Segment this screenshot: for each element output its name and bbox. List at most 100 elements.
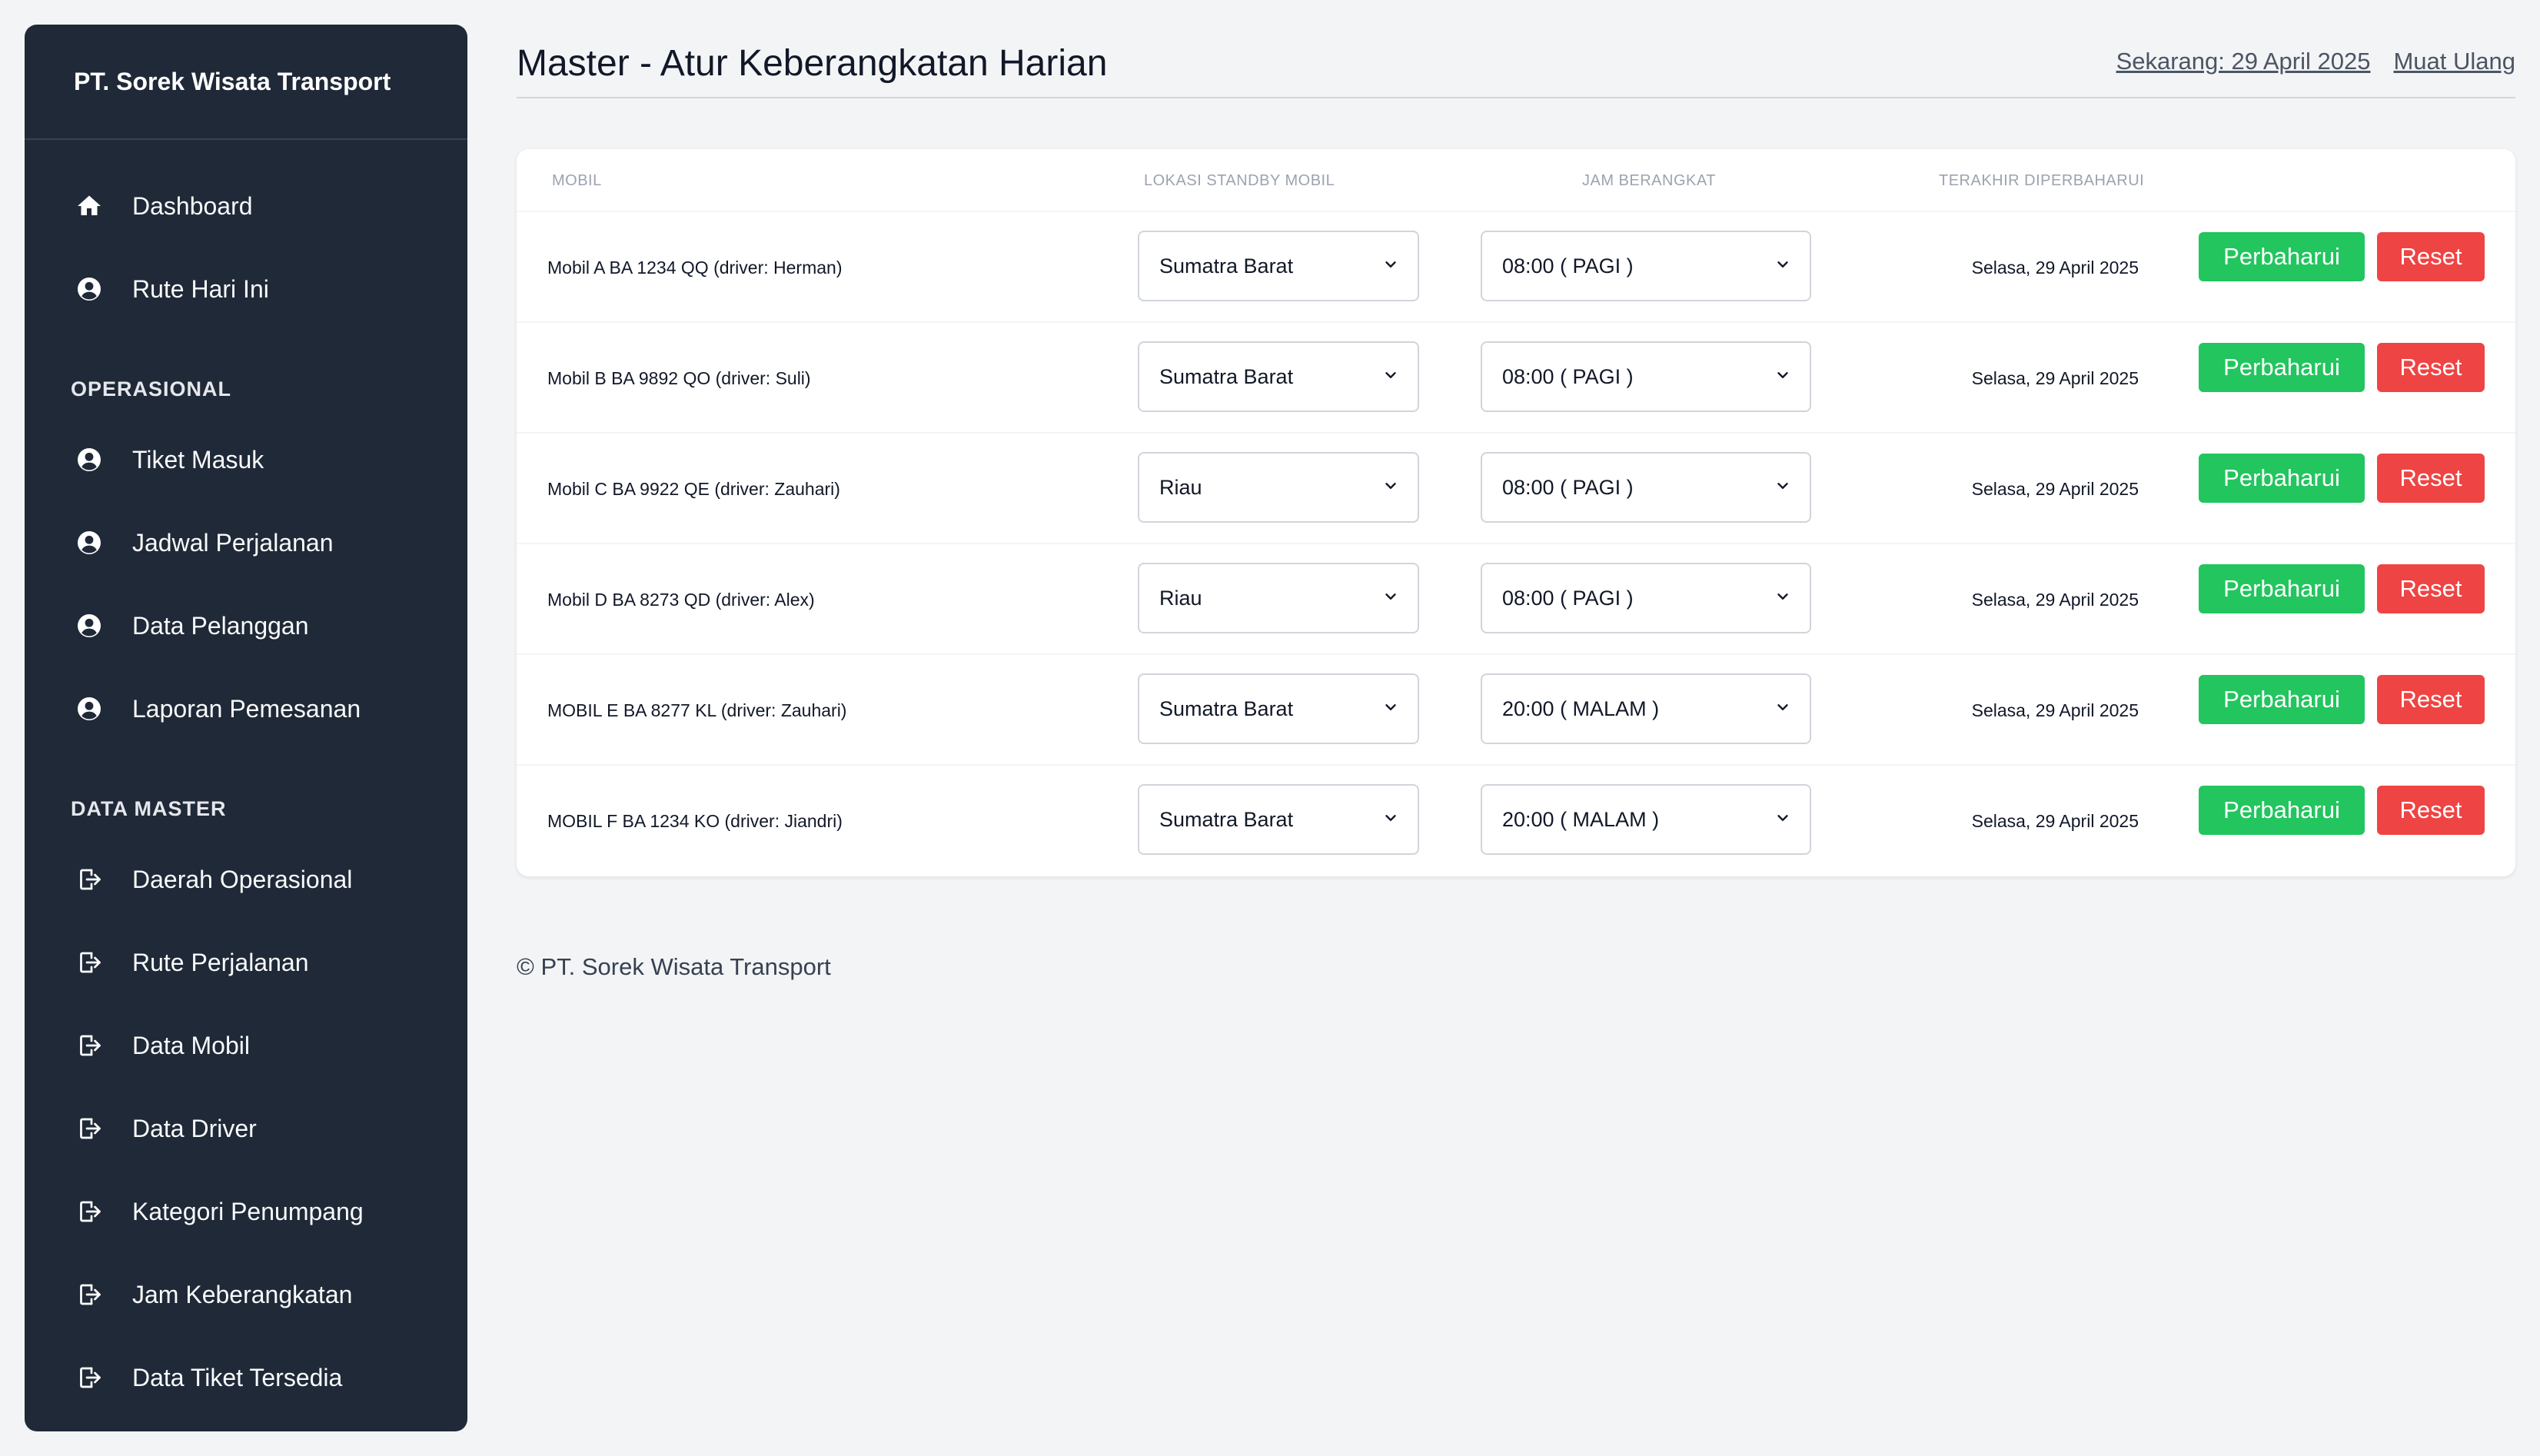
location-select[interactable]: Sumatra Barat: [1138, 231, 1419, 301]
sidebar-item-label: Daerah Operasional: [132, 865, 353, 893]
sidebar-item-data-mobil[interactable]: Data Mobil: [25, 1004, 467, 1087]
chevron-down-icon: [1382, 587, 1399, 610]
location-select-value: Sumatra Barat: [1159, 696, 1294, 720]
location-select[interactable]: Riau: [1138, 452, 1419, 523]
reset-button[interactable]: Reset: [2377, 454, 2485, 503]
sidebar-item-label: Data Driver: [132, 1114, 257, 1142]
table-row: Mobil A BA 1234 QQ (driver: Herman) Sumat…: [517, 212, 2515, 323]
sidebar-item-jam-keberangkatan[interactable]: Jam Keberangkatan: [25, 1253, 467, 1336]
last-updated-date: Selasa, 29 April 2025: [1971, 368, 2139, 388]
sign-out-icon: [74, 947, 105, 978]
sidebar-item-data-tiket-tersedia[interactable]: Data Tiket Tersedia: [25, 1336, 467, 1419]
update-button[interactable]: Perbaharui: [2199, 232, 2365, 281]
last-updated-date: Selasa, 29 April 2025: [1971, 258, 2139, 278]
sidebar-item-label: Data Tiket Tersedia: [132, 1363, 343, 1391]
sidebar-item-laporan-pemesanan[interactable]: Laporan Pemesanan: [25, 667, 467, 750]
brand-title: PT. Sorek Wisata Transport: [25, 25, 467, 140]
column-header-location: LOKASI STANDBY MOBIL: [1144, 172, 1335, 189]
chevron-down-icon: [1382, 697, 1399, 721]
chevron-down-icon: [1382, 254, 1399, 278]
user-circle-icon: [74, 444, 105, 475]
chevron-down-icon: [1774, 587, 1791, 610]
departure-time-value: 08:00 ( PAGI ): [1502, 364, 1634, 388]
sign-out-icon: [74, 1113, 105, 1144]
user-circle-icon: [74, 693, 105, 724]
reset-button[interactable]: Reset: [2377, 232, 2485, 281]
reset-button[interactable]: Reset: [2377, 564, 2485, 613]
update-button[interactable]: Perbaharui: [2199, 454, 2365, 503]
sign-out-icon: [74, 1030, 105, 1061]
departure-time-value: 08:00 ( PAGI ): [1502, 586, 1634, 610]
location-select[interactable]: Sumatra Barat: [1138, 341, 1419, 412]
column-header-time: JAM BERANGKAT: [1582, 172, 1716, 189]
car-name: Mobil C BA 9922 QE (driver: Zauhari): [547, 479, 840, 499]
home-icon: [74, 191, 105, 221]
last-updated-date: Selasa, 29 April 2025: [1971, 700, 2139, 720]
last-updated-date: Selasa, 29 April 2025: [1971, 479, 2139, 499]
sidebar-item-label: Data Mobil: [132, 1031, 250, 1059]
chevron-down-icon: [1774, 808, 1791, 832]
sidebar-item-kategori-penumpang[interactable]: Kategori Penumpang: [25, 1170, 467, 1253]
chevron-down-icon: [1774, 697, 1791, 721]
departure-time-select[interactable]: 08:00 ( PAGI ): [1481, 563, 1811, 633]
sidebar-item-dashboard[interactable]: Dashboard: [25, 165, 467, 248]
location-select[interactable]: Sumatra Barat: [1138, 784, 1419, 855]
sign-out-icon: [74, 1362, 105, 1393]
departure-time-select[interactable]: 08:00 ( PAGI ): [1481, 231, 1811, 301]
sidebar-item-label: Jam Keberangkatan: [132, 1280, 353, 1308]
reset-button[interactable]: Reset: [2377, 343, 2485, 392]
sidebar-item-label: Tiket Masuk: [132, 445, 264, 474]
sidebar-section-title: DATA MASTER: [71, 797, 227, 820]
car-name: Mobil A BA 1234 QQ (driver: Herman): [547, 258, 843, 278]
sidebar-item-data-pelanggan[interactable]: Data Pelanggan: [25, 584, 467, 667]
update-button[interactable]: Perbaharui: [2199, 675, 2365, 724]
chevron-down-icon: [1382, 808, 1399, 832]
column-header-updated: TERAKHIR DIPERBAHARUI: [1939, 172, 2145, 189]
table-row: MOBIL F BA 1234 KO (driver: Jiandri) Suma…: [517, 766, 2515, 876]
car-name: MOBIL E BA 8277 KL (driver: Zauhari): [547, 700, 847, 720]
sign-out-icon: [74, 1196, 105, 1227]
sidebar-section-title: OPERASIONAL: [71, 377, 232, 401]
departure-time-select[interactable]: 08:00 ( PAGI ): [1481, 341, 1811, 412]
last-updated-date: Selasa, 29 April 2025: [1971, 590, 2139, 610]
sidebar-item-label: Dashboard: [132, 191, 253, 220]
table-row: MOBIL E BA 8277 KL (driver: Zauhari) Suma…: [517, 655, 2515, 766]
sign-out-icon: [74, 864, 105, 895]
user-circle-icon: [74, 274, 105, 304]
sidebar-item-daerah-operasional[interactable]: Daerah Operasional: [25, 838, 467, 921]
departure-time-select[interactable]: 20:00 ( MALAM ): [1481, 673, 1811, 744]
reset-button[interactable]: Reset: [2377, 786, 2485, 835]
location-select-value: Riau: [1159, 586, 1202, 610]
current-date-link[interactable]: Sekarang: 29 April 2025: [2116, 37, 2371, 86]
location-select-value: Sumatra Barat: [1159, 807, 1294, 831]
departure-time-select[interactable]: 08:00 ( PAGI ): [1481, 452, 1811, 523]
chevron-down-icon: [1774, 365, 1791, 389]
table-header: MOBIL LOKASI STANDBY MOBIL JAM BERANGKAT…: [517, 149, 2515, 212]
departure-time-select[interactable]: 20:00 ( MALAM ): [1481, 784, 1811, 855]
update-button[interactable]: Perbaharui: [2199, 343, 2365, 392]
car-name: MOBIL F BA 1234 KO (driver: Jiandri): [547, 811, 843, 831]
footer-copyright: © PT. Sorek Wisata Transport: [517, 953, 831, 980]
car-name: Mobil B BA 9892 QO (driver: Suli): [547, 368, 811, 388]
sidebar-item-label: Jadwal Perjalanan: [132, 528, 334, 557]
update-button[interactable]: Perbaharui: [2199, 786, 2365, 835]
sidebar-nav: Dashboard Rute Hari Ini OPERASIONAL Tiket M…: [25, 140, 467, 1419]
user-circle-icon: [74, 527, 105, 558]
sidebar-item-data-driver[interactable]: Data Driver: [25, 1087, 467, 1170]
location-select[interactable]: Riau: [1138, 563, 1419, 633]
sidebar-item-tiket-masuk[interactable]: Tiket Masuk: [25, 418, 467, 501]
sidebar-item-jadwal-perjalanan[interactable]: Jadwal Perjalanan: [25, 501, 467, 584]
update-button[interactable]: Perbaharui: [2199, 564, 2365, 613]
reset-button[interactable]: Reset: [2377, 675, 2485, 724]
table-row: Mobil B BA 9892 QO (driver: Suli) Sumatra…: [517, 323, 2515, 434]
location-select[interactable]: Sumatra Barat: [1138, 673, 1419, 744]
reload-link[interactable]: Muat Ulang: [2393, 37, 2515, 86]
page-title: Master - Atur Keberangkatan Harian: [517, 43, 1108, 84]
sidebar-item-label: Data Pelanggan: [132, 611, 309, 640]
page-header: Master - Atur Keberangkatan Harian Sekar…: [517, 37, 2515, 98]
sidebar-item-rute-hari-ini[interactable]: Rute Hari Ini: [25, 248, 467, 331]
location-select-value: Sumatra Barat: [1159, 364, 1294, 388]
sidebar-item-rute-perjalanan[interactable]: Rute Perjalanan: [25, 921, 467, 1004]
departure-time-value: 20:00 ( MALAM ): [1502, 807, 1660, 831]
car-name: Mobil D BA 8273 QD (driver: Alex): [547, 590, 815, 610]
